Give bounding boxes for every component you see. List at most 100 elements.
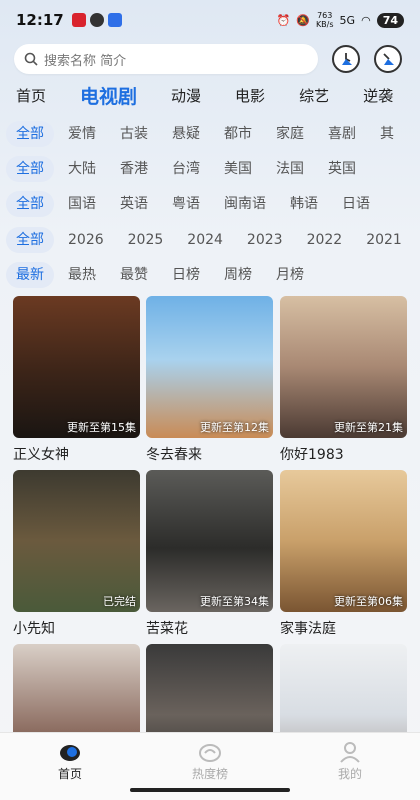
net-speed-unit: KB/s <box>315 20 334 29</box>
nav-trending[interactable]: 热度榜 <box>160 741 260 782</box>
search-input[interactable]: 搜索名称 简介 <box>14 44 318 74</box>
search-placeholder: 搜索名称 简介 <box>44 53 127 69</box>
chip-language[interactable]: 英语 <box>120 191 148 217</box>
episode-badge: 更新至第15集 <box>67 421 136 434</box>
card-title: 苦菜花 <box>146 621 188 637</box>
chip-language[interactable]: 日语 <box>342 191 370 217</box>
poster-image[interactable]: 更新至第21集 <box>280 296 407 438</box>
chip-sort-latest[interactable]: 最新 <box>6 262 54 288</box>
card-title: 小先知 <box>13 621 55 637</box>
card-title: 正义女神 <box>13 447 69 463</box>
filter-row-region: 全部 大陆 香港 台湾 美国 法国 英国 <box>0 154 420 184</box>
card-title: 冬去春来 <box>146 447 202 463</box>
filter-row-sort: 最新 最热 最赞 日榜 周榜 月榜 <box>0 260 420 290</box>
card-title: 家事法庭 <box>280 621 336 637</box>
poster-image[interactable]: 更新至第15集 <box>13 296 140 438</box>
chip-year[interactable]: 2023 <box>247 227 283 253</box>
episode-badge: 更新至第34集 <box>200 595 269 608</box>
chip-year[interactable]: 2022 <box>307 227 343 253</box>
chip-genre[interactable]: 悬疑 <box>172 121 200 147</box>
poster-image[interactable]: 已完结 <box>13 470 140 612</box>
chip-year-all[interactable]: 全部 <box>6 227 54 253</box>
main-tabs: 首页 电视剧 动漫 电影 综艺 逆袭 <box>0 80 420 110</box>
chip-region-all[interactable]: 全部 <box>6 156 54 182</box>
tab-movie[interactable]: 电影 <box>235 85 265 106</box>
chip-genre[interactable]: 爱情 <box>68 121 96 147</box>
drama-card[interactable]: 更新至第21集 你好1983 <box>280 296 407 464</box>
drama-card[interactable]: 更新至第06集 家事法庭 <box>280 470 407 638</box>
download-icon <box>383 53 394 65</box>
poster-art <box>13 470 140 612</box>
net-speed-value: 763 <box>317 11 333 20</box>
episode-badge: 更新至第21集 <box>334 421 403 434</box>
search-row: 搜索名称 简介 <box>14 44 406 74</box>
history-button[interactable] <box>332 45 360 73</box>
tab-tv-series[interactable]: 电视剧 <box>80 82 137 109</box>
home-icon <box>60 745 80 761</box>
chip-genre[interactable]: 家庭 <box>276 121 304 147</box>
mute-icon: 🔕 <box>296 13 310 27</box>
chip-region[interactable]: 美国 <box>224 156 252 182</box>
chip-language-all[interactable]: 全部 <box>6 191 54 217</box>
tab-variety[interactable]: 综艺 <box>299 85 329 106</box>
chip-sort[interactable]: 周榜 <box>224 262 252 288</box>
net-speed: 763 KB/s <box>316 11 334 29</box>
poster-art <box>280 470 407 612</box>
tab-anime[interactable]: 动漫 <box>171 85 201 106</box>
alarm-icon: ⏰ <box>276 13 291 27</box>
tab-home[interactable]: 首页 <box>16 85 46 106</box>
chip-region[interactable]: 台湾 <box>172 156 200 182</box>
chip-region[interactable]: 香港 <box>120 156 148 182</box>
chip-genre-all[interactable]: 全部 <box>6 121 54 147</box>
drama-card[interactable]: 更新至第15集 正义女神 <box>13 296 140 464</box>
drama-card[interactable]: 已完结 小先知 <box>13 470 140 638</box>
chip-genre[interactable]: 都市 <box>224 121 252 147</box>
chip-sort[interactable]: 最赞 <box>120 262 148 288</box>
chip-language[interactable]: 国语 <box>68 191 96 217</box>
download-button[interactable] <box>374 45 402 73</box>
poster-image[interactable]: 更新至第34集 <box>146 470 273 612</box>
drama-card[interactable]: 更新至第12集 冬去春来 <box>146 296 273 464</box>
nav-profile[interactable]: 我的 <box>300 741 400 782</box>
chip-language[interactable]: 闽南语 <box>224 191 266 217</box>
app-notification-icon <box>71 13 86 27</box>
chip-genre[interactable]: 古装 <box>120 121 148 147</box>
chip-year[interactable]: 2021 <box>366 227 402 253</box>
status-indicators: ⏰ 🔕 763 KB/s 5G ◠ 74 <box>277 11 404 29</box>
chip-year[interactable]: 2026 <box>68 227 104 253</box>
nav-home[interactable]: 首页 <box>20 741 120 782</box>
filter-row-genre: 全部 爱情 古装 悬疑 都市 家庭 喜剧 其 <box>0 119 420 149</box>
poster-art <box>146 470 273 612</box>
chip-year[interactable]: 2025 <box>128 227 164 253</box>
chip-language[interactable]: 韩语 <box>290 191 318 217</box>
episode-badge: 已完结 <box>103 595 136 608</box>
search-icon <box>24 52 38 66</box>
chip-language[interactable]: 粤语 <box>172 191 200 217</box>
battery-icon: 74 <box>376 12 404 28</box>
chip-region[interactable]: 英国 <box>328 156 356 182</box>
nav-trending-label: 热度榜 <box>191 767 228 781</box>
chip-genre[interactable]: 其 <box>380 121 394 147</box>
poster-art <box>13 296 140 438</box>
chip-region[interactable]: 大陆 <box>68 156 96 182</box>
chip-sort[interactable]: 月榜 <box>276 262 304 288</box>
nav-home-label: 首页 <box>57 767 82 781</box>
tab-comeback[interactable]: 逆袭 <box>363 85 393 106</box>
chip-genre[interactable]: 喜剧 <box>328 121 356 147</box>
clock-icon <box>342 53 352 65</box>
chip-year[interactable]: 2024 <box>187 227 223 253</box>
profile-icon <box>340 742 360 763</box>
poster-art <box>146 296 273 438</box>
poster-image[interactable]: 更新至第12集 <box>146 296 273 438</box>
poster-image[interactable]: 更新至第06集 <box>280 470 407 612</box>
chip-region[interactable]: 法国 <box>276 156 304 182</box>
nav-profile-label: 我的 <box>337 767 362 781</box>
filter-row-year: 全部 2026 2025 2024 2023 2022 2021 <box>0 225 420 255</box>
episode-badge: 更新至第12集 <box>200 421 269 434</box>
drama-card[interactable]: 更新至第34集 苦菜花 <box>146 470 273 638</box>
filter-row-language: 全部 国语 英语 粤语 闽南语 韩语 日语 <box>0 189 420 219</box>
poster-art <box>280 296 407 438</box>
card-title: 你好1983 <box>280 447 344 463</box>
chip-sort[interactable]: 日榜 <box>172 262 200 288</box>
chip-sort[interactable]: 最热 <box>68 262 96 288</box>
